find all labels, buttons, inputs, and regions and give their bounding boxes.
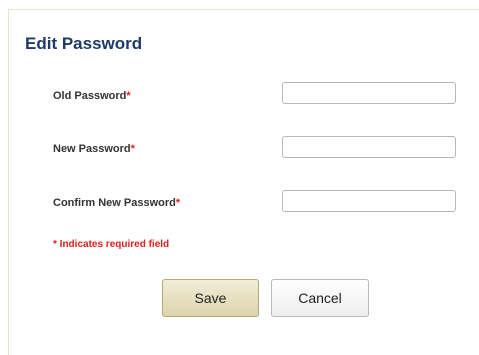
old-password-label: Old Password*: [53, 90, 131, 102]
required-field-note: * Indicates required field: [53, 239, 170, 250]
confirm-password-field[interactable]: [282, 190, 456, 212]
old-password-field[interactable]: [282, 82, 456, 104]
new-password-label-text: New Password: [53, 143, 131, 155]
cancel-button[interactable]: Cancel: [271, 279, 369, 317]
confirm-password-label: Confirm New Password*: [53, 197, 180, 209]
required-asterisk: *: [175, 197, 181, 209]
confirm-password-label-text: Confirm New Password: [53, 197, 176, 209]
edit-password-panel: Edit Password Old Password* New Password…: [8, 9, 479, 355]
save-button[interactable]: Save: [162, 279, 259, 317]
old-password-label-text: Old Password: [53, 90, 127, 102]
new-password-field[interactable]: [282, 136, 456, 158]
page-title: Edit Password: [25, 34, 143, 53]
new-password-label: New Password*: [53, 143, 135, 155]
required-asterisk: *: [126, 90, 131, 102]
required-asterisk: *: [130, 143, 135, 155]
